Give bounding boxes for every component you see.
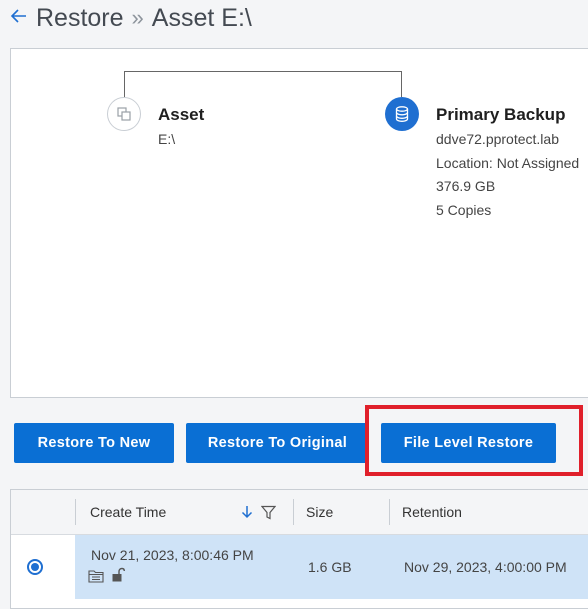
row-retention: Nov 29, 2023, 4:00:00 PM xyxy=(404,559,567,575)
filter-icon[interactable] xyxy=(261,490,276,534)
backup-size: 376.9 GB xyxy=(436,178,496,194)
column-divider xyxy=(389,499,390,525)
folder-icon xyxy=(88,569,104,586)
row-radio[interactable] xyxy=(27,559,43,575)
highlight-box xyxy=(365,405,583,476)
unlock-icon xyxy=(111,567,125,586)
backup-node-title: Primary Backup xyxy=(436,105,566,124)
restore-to-new-button[interactable]: Restore To New xyxy=(14,423,174,463)
topology-connector xyxy=(124,71,402,97)
title-asset: Asset E:\ xyxy=(151,3,252,32)
arrow-down-icon[interactable] xyxy=(240,490,254,534)
radio-selected-dot xyxy=(31,563,39,571)
backup-node-details: ddve72.pprotect.lab Location: Not Assign… xyxy=(436,128,579,222)
breadcrumb-separator: » xyxy=(131,5,144,30)
asset-node-name: E:\ xyxy=(158,131,176,147)
table-header: Create Time Size Retention xyxy=(11,490,588,535)
page-header: Restore » Asset E:\ xyxy=(10,0,252,36)
arrow-left-icon[interactable] xyxy=(10,8,28,28)
row-select-cell xyxy=(11,535,75,599)
column-header-create-time[interactable]: Create Time xyxy=(90,490,166,534)
restore-to-original-button[interactable]: Restore To Original xyxy=(186,423,369,463)
database-icon xyxy=(385,97,419,131)
page-title: Restore » Asset E:\ xyxy=(36,4,252,33)
backup-copies: 5 Copies xyxy=(436,201,492,218)
column-header-retention[interactable]: Retention xyxy=(402,490,462,534)
title-restore: Restore xyxy=(36,3,124,32)
asset-node-title: Asset xyxy=(158,105,205,124)
copies-table: Create Time Size Retention Nov 21, 2023,… xyxy=(10,489,588,609)
copy-icon xyxy=(107,97,141,131)
row-size: 1.6 GB xyxy=(308,559,352,575)
row-create-time: Nov 21, 2023, 8:00:46 PM xyxy=(91,547,254,563)
backup-location: Location: Not Assigned xyxy=(436,154,580,171)
copy-topology-panel: Asset E:\ Primary Backup ddve72.pprotect… xyxy=(10,48,588,398)
column-header-size[interactable]: Size xyxy=(306,490,333,534)
backup-host: ddve72.pprotect.lab xyxy=(436,131,559,147)
column-divider xyxy=(293,499,294,525)
table-row[interactable]: Nov 21, 2023, 8:00:46 PM 1.6 GB Nov 29, … xyxy=(11,535,588,599)
column-divider xyxy=(75,499,76,525)
